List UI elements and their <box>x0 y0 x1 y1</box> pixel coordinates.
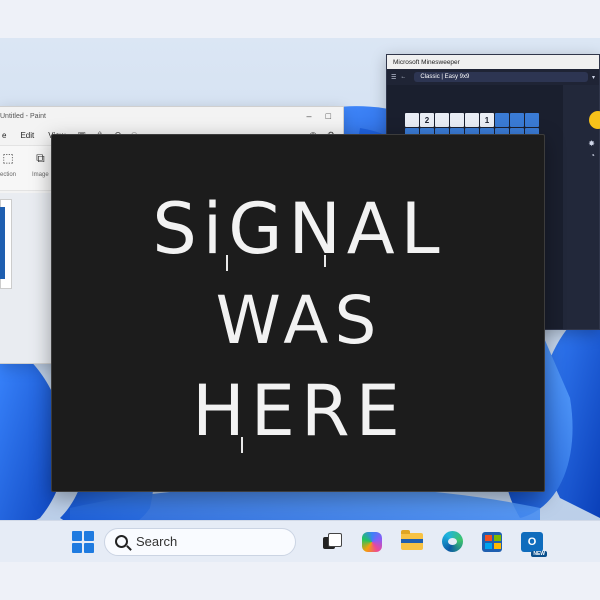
signal-overlay-image: SiGNAL WAS HERE <box>51 134 545 492</box>
folder-icon <box>401 530 423 550</box>
mine-cell[interactable] <box>450 113 464 127</box>
outlook-icon: O NEW <box>521 531 547 557</box>
store-button[interactable] <box>480 530 504 554</box>
outlook-letter: O <box>527 535 537 548</box>
sun-emoji-icon <box>589 111 600 129</box>
mode-dropdown-icon[interactable]: ▾ <box>592 74 595 81</box>
menu-file[interactable]: e <box>0 131 8 140</box>
paint-title: Untitled - Paint <box>0 112 46 120</box>
mine-cell[interactable] <box>405 113 419 127</box>
mine-cell[interactable] <box>510 113 524 127</box>
mine-cell[interactable] <box>495 113 509 127</box>
windows-start-icon[interactable] <box>72 530 94 553</box>
timer-icon: ◔ <box>590 151 595 160</box>
new-badge: NEW <box>531 550 547 557</box>
paint-window-controls: – □ <box>307 111 339 121</box>
taskbar: Search O NEW <box>0 520 600 562</box>
mine-cell[interactable] <box>525 113 539 127</box>
outlook-button[interactable]: O NEW <box>520 530 547 557</box>
mine-cell[interactable] <box>435 113 449 127</box>
microsoft-store-icon <box>482 531 502 552</box>
selection-icon: ⬚ <box>2 151 14 165</box>
maximize-button[interactable]: □ <box>326 111 331 121</box>
graffiti-text: SiGNAL WAS HERE <box>152 188 445 453</box>
search-placeholder: Search <box>136 534 178 549</box>
minesweeper-toolbar: ☰ ← Classic | Easy 9x9 ▾ <box>387 69 599 85</box>
image-tool[interactable]: ⧉ Image <box>32 150 49 179</box>
selection-label: ection <box>0 172 17 178</box>
task-view-button[interactable] <box>320 530 344 554</box>
back-arrow-icon[interactable]: ← <box>400 74 406 80</box>
taskbar-search-box[interactable]: Search <box>104 527 296 556</box>
paint-titlebar[interactable]: Untitled - Paint – □ <box>0 107 343 125</box>
file-explorer-button[interactable] <box>400 530 424 554</box>
edge-button[interactable] <box>440 530 464 554</box>
minesweeper-title: Microsoft Minesweeper <box>393 58 460 66</box>
minesweeper-titlebar[interactable]: Microsoft Minesweeper <box>387 55 599 69</box>
menu-edit[interactable]: Edit <box>18 131 36 140</box>
search-icon <box>115 535 128 548</box>
graffiti-line-2: WAS <box>216 282 383 359</box>
task-view-icon <box>323 532 342 551</box>
hamburger-menu-icon[interactable]: ☰ <box>391 74 396 81</box>
image-crop-icon: ⧉ <box>36 150 45 165</box>
copilot-button[interactable] <box>360 530 384 554</box>
image-label: Image <box>32 172 49 178</box>
mine-cell[interactable]: 2 <box>420 113 434 127</box>
minimize-button[interactable]: – <box>307 111 312 121</box>
edge-icon <box>441 531 463 552</box>
copilot-icon <box>362 531 382 552</box>
graffiti-line-3: HERE <box>192 370 406 452</box>
game-mode-selector[interactable]: Classic | Easy 9x9 <box>414 72 588 82</box>
mine-cell[interactable]: 1 <box>480 113 494 127</box>
paint-blue-stroke <box>0 207 5 279</box>
selection-tool[interactable]: ⬚ ection <box>0 150 16 178</box>
mine-cell[interactable] <box>465 113 479 127</box>
mine-icon: ✸ <box>588 139 595 148</box>
graffiti-line-1: SiGNAL <box>152 188 445 270</box>
